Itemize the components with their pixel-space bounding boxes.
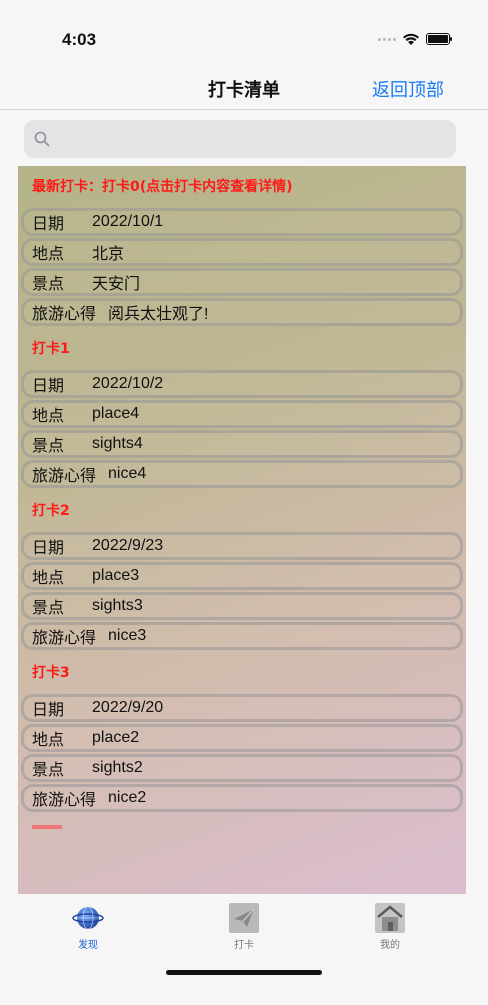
row-value: sights3 [92, 597, 143, 614]
row-label: 地点 [32, 406, 65, 425]
row-value: nice2 [108, 789, 147, 806]
row-label: 旅游心得 [32, 304, 97, 323]
tab-label: 发现 [78, 940, 98, 951]
checkin-list[interactable]: 最新打卡：打卡0(点击打卡内容查看详情) 日期 2022/10/1 地点 北京 景点… [18, 166, 466, 894]
row-value: 2022/9/23 [92, 537, 164, 554]
next-section-peek [18, 814, 466, 829]
wifi-icon [403, 33, 419, 45]
notes-row[interactable]: 旅游心得 阅兵太壮观了! [21, 298, 463, 326]
row-value: 北京 [92, 246, 125, 263]
house-icon [375, 903, 405, 933]
row-value: nice3 [108, 627, 147, 644]
section-header[interactable]: 打卡3 [18, 652, 466, 692]
row-value: place4 [92, 405, 140, 422]
paper-plane-icon [229, 903, 259, 933]
row-label: 景点 [32, 274, 65, 293]
row-value: 2022/10/2 [92, 375, 164, 392]
row-value: nice4 [108, 465, 147, 482]
place-row[interactable]: 地点 place2 [21, 724, 463, 752]
row-value: place3 [92, 567, 140, 584]
row-value: 2022/9/20 [92, 699, 164, 716]
row-label: 景点 [32, 760, 65, 779]
row-value: place2 [92, 729, 140, 746]
section-header[interactable]: 打卡2 [18, 490, 466, 530]
tab-bar: 发现 打卡 我的 [0, 894, 488, 1005]
row-label: 景点 [32, 598, 65, 617]
signal-icon [378, 37, 396, 41]
place-row[interactable]: 地点 place3 [21, 562, 463, 590]
date-row[interactable]: 日期 2022/9/20 [21, 694, 463, 722]
row-value: 阅兵太壮观了! [108, 306, 209, 323]
row-label: 日期 [32, 700, 65, 719]
checkin-section-3[interactable]: 打卡3 日期 2022/9/20 地点 place2 景点 sights2 旅游心得 n… [18, 652, 466, 812]
tab-checkin[interactable]: 打卡 [194, 902, 294, 951]
tab-mine[interactable]: 我的 [340, 902, 440, 951]
tab-label: 我的 [380, 940, 400, 951]
sights-row[interactable]: 景点 sights4 [21, 430, 463, 458]
section-header[interactable]: 打卡1 [18, 328, 466, 368]
row-value: 天安门 [92, 276, 141, 293]
back-to-top-button[interactable]: 返回顶部 [372, 76, 444, 102]
notes-row[interactable]: 旅游心得 nice2 [21, 784, 463, 812]
row-value: 2022/10/1 [92, 213, 164, 230]
status-bar: 4:03 [0, 0, 488, 70]
section-header[interactable]: 最新打卡：打卡0(点击打卡内容查看详情) [18, 166, 466, 206]
row-label: 日期 [32, 214, 65, 233]
sights-row[interactable]: 景点 sights2 [21, 754, 463, 782]
notes-row[interactable]: 旅游心得 nice4 [21, 460, 463, 488]
search-field[interactable] [24, 120, 456, 158]
date-row[interactable]: 日期 2022/10/2 [21, 370, 463, 398]
navigation-bar: 打卡清单 返回顶部 [0, 70, 488, 110]
row-label: 日期 [32, 376, 65, 395]
search-input[interactable] [56, 130, 436, 148]
sights-row[interactable]: 景点 sights3 [21, 592, 463, 620]
row-label: 旅游心得 [32, 628, 97, 647]
place-row[interactable]: 地点 place4 [21, 400, 463, 428]
row-label: 旅游心得 [32, 790, 97, 809]
row-label: 旅游心得 [32, 466, 97, 485]
row-value: sights4 [92, 435, 143, 452]
row-label: 地点 [32, 244, 65, 263]
status-time: 4:03 [62, 30, 97, 49]
tab-discover[interactable]: 发现 [38, 902, 138, 951]
row-value: sights2 [92, 759, 143, 776]
search-icon [34, 131, 50, 147]
search-bar [0, 111, 488, 166]
notes-row[interactable]: 旅游心得 nice3 [21, 622, 463, 650]
row-label: 日期 [32, 538, 65, 557]
date-row[interactable]: 日期 2022/10/1 [21, 208, 463, 236]
globe-icon [72, 906, 104, 930]
checkin-section-2[interactable]: 打卡2 日期 2022/9/23 地点 place3 景点 sights3 旅游心得 n… [18, 490, 466, 650]
checkin-section-0[interactable]: 最新打卡：打卡0(点击打卡内容查看详情) 日期 2022/10/1 地点 北京 景点… [18, 166, 466, 326]
sights-row[interactable]: 景点 天安门 [21, 268, 463, 296]
tab-label: 打卡 [234, 940, 254, 951]
row-label: 景点 [32, 436, 65, 455]
checkin-section-1[interactable]: 打卡1 日期 2022/10/2 地点 place4 景点 sights4 旅游心得 n… [18, 328, 466, 488]
battery-icon [426, 33, 452, 45]
status-indicators [378, 30, 452, 48]
place-row[interactable]: 地点 北京 [21, 238, 463, 266]
date-row[interactable]: 日期 2022/9/23 [21, 532, 463, 560]
row-label: 地点 [32, 730, 65, 749]
row-label: 地点 [32, 568, 65, 587]
home-indicator [166, 970, 322, 975]
